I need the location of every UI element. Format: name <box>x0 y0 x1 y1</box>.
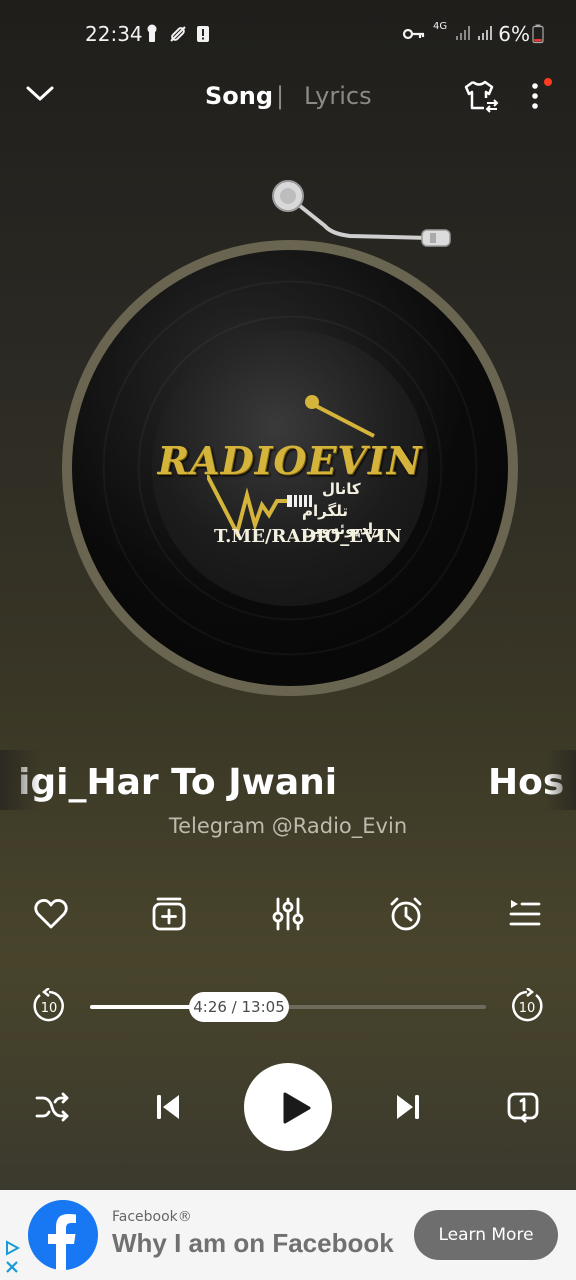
forward-seconds-label: 10 <box>519 1001 536 1016</box>
song-title: igi_Har To Jwani <box>18 762 338 803</box>
rewind-seconds-label: 10 <box>41 1001 58 1016</box>
queue-icon[interactable] <box>507 896 543 932</box>
adchoices-icon[interactable] <box>4 1240 21 1260</box>
signal-icon-1 <box>454 24 472 42</box>
title-fade-right <box>546 750 576 810</box>
forward-10-icon[interactable]: 10 <box>509 987 545 1024</box>
artist-name[interactable]: Telegram @Radio_Evin <box>0 814 576 838</box>
seek-time-label[interactable]: 4:26 / 13:05 <box>189 992 289 1022</box>
repeat-one-icon[interactable] <box>505 1089 541 1125</box>
collapse-chevron-down-icon[interactable] <box>24 80 56 108</box>
next-track-icon[interactable] <box>392 1089 424 1125</box>
antenna-mic-icon <box>305 395 375 438</box>
ad-close-icon[interactable] <box>4 1259 20 1279</box>
play-button[interactable] <box>244 1063 332 1151</box>
network-type: 4G <box>433 21 448 32</box>
theme-shirt-icon[interactable] <box>462 78 500 114</box>
sleep-timer-icon[interactable] <box>388 896 424 932</box>
rewind-10-icon[interactable]: 10 <box>31 987 67 1024</box>
equalizer-icon[interactable] <box>270 896 306 932</box>
shuffle-icon[interactable] <box>34 1089 70 1125</box>
status-bar: 22:34 4G 6% <box>0 0 576 70</box>
title-fade-left <box>0 750 40 810</box>
ad-learn-more-button[interactable]: Learn More <box>414 1210 558 1260</box>
link-off-icon <box>168 24 186 42</box>
tab-separator: | <box>276 82 285 110</box>
logo-persian-line-1: کانال <box>322 480 361 498</box>
album-label: RADIOEVIN کانال تلگرام رادیوئه‌وین T.ME/… <box>152 330 428 606</box>
add-to-playlist-icon[interactable] <box>151 896 187 932</box>
keyhole-lock-icon <box>145 24 161 42</box>
battery-icon <box>532 24 546 44</box>
notification-dot <box>544 78 552 86</box>
album-art-record: RADIOEVIN کانال تلگرام رادیوئه‌وین T.ME/… <box>62 240 518 696</box>
vpn-key-icon <box>402 24 426 42</box>
ad-headline[interactable]: Why I am on Facebook <box>112 1228 394 1259</box>
facebook-logo-icon[interactable] <box>28 1200 98 1270</box>
ad-sponsor: Facebook® <box>112 1209 192 1225</box>
status-time: 22:34 <box>85 22 143 46</box>
play-icon <box>283 1092 311 1124</box>
signal-icon-2 <box>476 24 494 42</box>
alert-icon <box>196 24 212 42</box>
tab-song[interactable]: Song <box>205 82 273 110</box>
battery-percent: 6% <box>498 22 530 46</box>
logo-url: T.ME/RADIO_EVIN <box>214 526 402 547</box>
previous-track-icon[interactable] <box>152 1089 184 1125</box>
tab-lyrics[interactable]: Lyrics <box>304 82 372 110</box>
heart-icon[interactable] <box>33 896 69 932</box>
more-options-icon[interactable] <box>526 80 544 112</box>
